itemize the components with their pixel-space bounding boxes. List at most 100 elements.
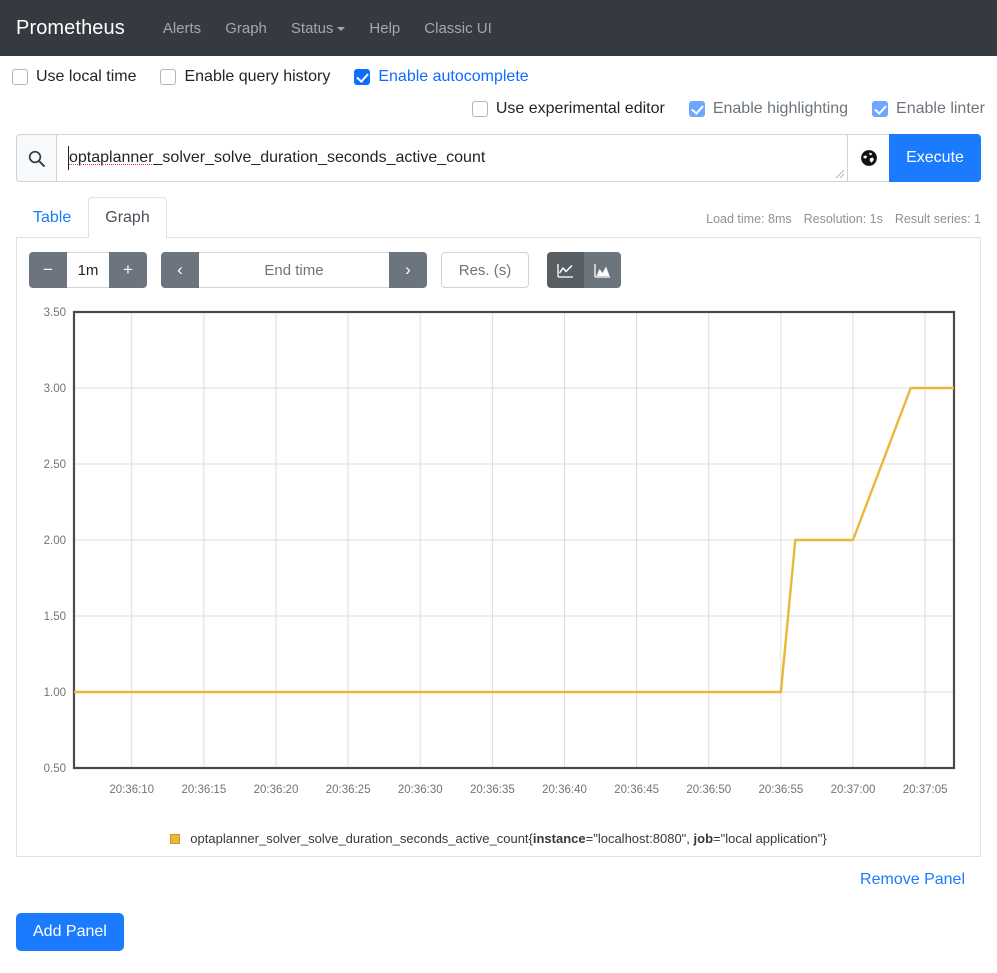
tab-graph[interactable]: Graph [88, 197, 166, 238]
checkbox-label-enable-query-history: Enable query history [184, 68, 330, 86]
execute-button[interactable]: Execute [889, 134, 981, 182]
brand-title[interactable]: Prometheus [16, 17, 125, 40]
result-tabs: Table Graph Load time: 8ms Resolution: 1… [16, 196, 981, 238]
resolution-input[interactable]: Res. (s) [441, 252, 529, 288]
tab-table[interactable]: Table [16, 197, 88, 238]
chevron-down-icon [337, 27, 345, 31]
query-stats: Load time: 8ms Resolution: 1s Result ser… [706, 212, 981, 226]
end-time-input[interactable]: End time [199, 252, 389, 288]
checkbox-use-local-time[interactable]: Use local time [12, 68, 136, 86]
end-time-control-group: ‹ End time › [161, 252, 427, 288]
nav-link-classic-ui[interactable]: Classic UI [412, 16, 504, 41]
text-cursor [68, 146, 69, 170]
y-tick-label: 1.50 [44, 611, 66, 623]
y-tick-label: 2.00 [44, 535, 66, 547]
nav-link-graph[interactable]: Graph [213, 16, 279, 41]
search-icon [16, 134, 56, 182]
x-tick-label: 20:36:45 [614, 784, 659, 796]
legend-label-value-job: ="local application"} [713, 831, 827, 846]
nav-links: Alerts Graph Status Help Classic UI [151, 16, 504, 41]
checkbox-use-experimental-editor[interactable]: Use experimental editor [472, 100, 665, 118]
x-axis-labels: 20:36:10 20:36:15 20:36:20 20:36:25 20:36:30… [109, 784, 947, 796]
add-panel-row: Add Panel [0, 889, 997, 951]
y-tick-label: 1.00 [44, 687, 66, 699]
checkbox-enable-autocomplete[interactable]: Enable autocomplete [354, 68, 528, 86]
nav-link-help-label: Help [369, 20, 400, 37]
options-row-primary: Use local time Enable query history Enab… [0, 56, 997, 86]
x-tick-label: 20:36:35 [470, 784, 515, 796]
nav-link-alerts-label: Alerts [163, 20, 201, 37]
checkbox-label-enable-linter: Enable linter [896, 100, 985, 118]
nav-link-classic-ui-label: Classic UI [424, 20, 492, 37]
nav-link-status[interactable]: Status [279, 16, 358, 41]
next-time-button[interactable]: › [389, 252, 427, 288]
checkbox-box-enable-query-history[interactable] [160, 69, 176, 85]
nav-link-help[interactable]: Help [357, 16, 412, 41]
x-tick-label: 20:37:05 [903, 784, 948, 796]
legend-metric-name: optaplanner_solver_solve_duration_second… [190, 831, 533, 846]
range-control-group: − 1m + [29, 252, 147, 288]
query-text-rest: solver_solve_duration_seconds_active_cou… [162, 149, 485, 166]
x-tick-label: 20:36:50 [686, 784, 731, 796]
legend-color-swatch [170, 834, 180, 844]
nav-link-graph-label: Graph [225, 20, 267, 37]
decrease-range-button[interactable]: − [29, 252, 67, 288]
y-tick-label: 2.50 [44, 459, 66, 471]
query-bar: optaplanner_solver_solve_duration_second… [16, 134, 981, 182]
resize-handle-icon[interactable] [835, 169, 845, 179]
checkbox-box-enable-autocomplete[interactable] [354, 69, 370, 85]
checkbox-label-enable-highlighting: Enable highlighting [713, 100, 848, 118]
graph-panel: − 1m + ‹ End time › Res. (s) [16, 238, 981, 857]
add-panel-button[interactable]: Add Panel [16, 913, 124, 951]
y-axis-labels: 0.50 1.00 1.50 2.00 2.50 3.00 3.50 [44, 307, 66, 775]
stat-result-series: Result series: 1 [895, 212, 981, 226]
checkbox-box-use-experimental-editor[interactable] [472, 101, 488, 117]
x-tick-label: 20:36:40 [542, 784, 587, 796]
line-chart-icon[interactable] [547, 252, 584, 288]
increase-range-button[interactable]: + [109, 252, 147, 288]
x-tick-label: 20:37:00 [831, 784, 876, 796]
checkbox-box-use-local-time[interactable] [12, 69, 28, 85]
query-text: optaplanner_solver_solve_duration_second… [69, 149, 485, 167]
previous-time-button[interactable]: ‹ [161, 252, 199, 288]
checkbox-label-enable-autocomplete: Enable autocomplete [378, 68, 528, 86]
chart-legend: optaplanner_solver_solve_duration_second… [29, 831, 968, 846]
legend-item[interactable]: optaplanner_solver_solve_duration_second… [190, 831, 826, 846]
checkbox-label-use-local-time: Use local time [36, 68, 136, 86]
range-input[interactable]: 1m [67, 252, 109, 288]
x-tick-label: 20:36:20 [254, 784, 299, 796]
graph-toolbar: − 1m + ‹ End time › Res. (s) [29, 252, 968, 288]
x-tick-label: 20:36:30 [398, 784, 443, 796]
options-row-secondary: Use experimental editor Enable highlight… [0, 86, 997, 118]
y-tick-label: 3.50 [44, 307, 66, 319]
legend-label-key-instance: instance [533, 831, 586, 846]
globe-icon[interactable] [847, 134, 889, 182]
query-panel: optaplanner_solver_solve_duration_second… [0, 134, 997, 889]
remove-panel-link[interactable]: Remove Panel [860, 871, 965, 889]
x-tick-label: 20:36:15 [181, 784, 226, 796]
legend-label-key-job: job [694, 831, 714, 846]
checkbox-label-use-experimental-editor: Use experimental editor [496, 100, 665, 118]
checkbox-enable-query-history[interactable]: Enable query history [160, 68, 330, 86]
x-tick-label: 20:36:55 [759, 784, 804, 796]
query-input[interactable]: optaplanner_solver_solve_duration_second… [56, 134, 847, 182]
nav-link-alerts[interactable]: Alerts [151, 16, 213, 41]
chart-type-toggle-group [547, 252, 621, 288]
y-tick-label: 3.00 [44, 383, 66, 395]
stat-load-time: Load time: 8ms [706, 212, 791, 226]
y-tick-label: 0.50 [44, 763, 66, 775]
stat-resolution: Resolution: 1s [804, 212, 883, 226]
navbar: Prometheus Alerts Graph Status Help Clas… [0, 0, 997, 56]
query-text-error-token: optaplanner_ [69, 149, 162, 166]
area-chart-icon[interactable] [584, 252, 621, 288]
graph-plot[interactable]: 0.501.001.502.002.503.003.50 20:36:1020:… [29, 300, 968, 805]
checkbox-box-enable-highlighting [689, 101, 705, 117]
checkbox-enable-linter: Enable linter [872, 100, 985, 118]
remove-panel-row: Remove Panel [16, 857, 981, 889]
plot-svg: 0.501.001.502.002.503.003.50 20:36:1020:… [29, 300, 979, 800]
x-tick-label: 20:36:25 [326, 784, 371, 796]
legend-label-value-instance: ="localhost:8080", [586, 831, 694, 846]
checkbox-box-enable-linter [872, 101, 888, 117]
x-tick-label: 20:36:10 [109, 784, 154, 796]
checkbox-enable-highlighting: Enable highlighting [689, 100, 848, 118]
